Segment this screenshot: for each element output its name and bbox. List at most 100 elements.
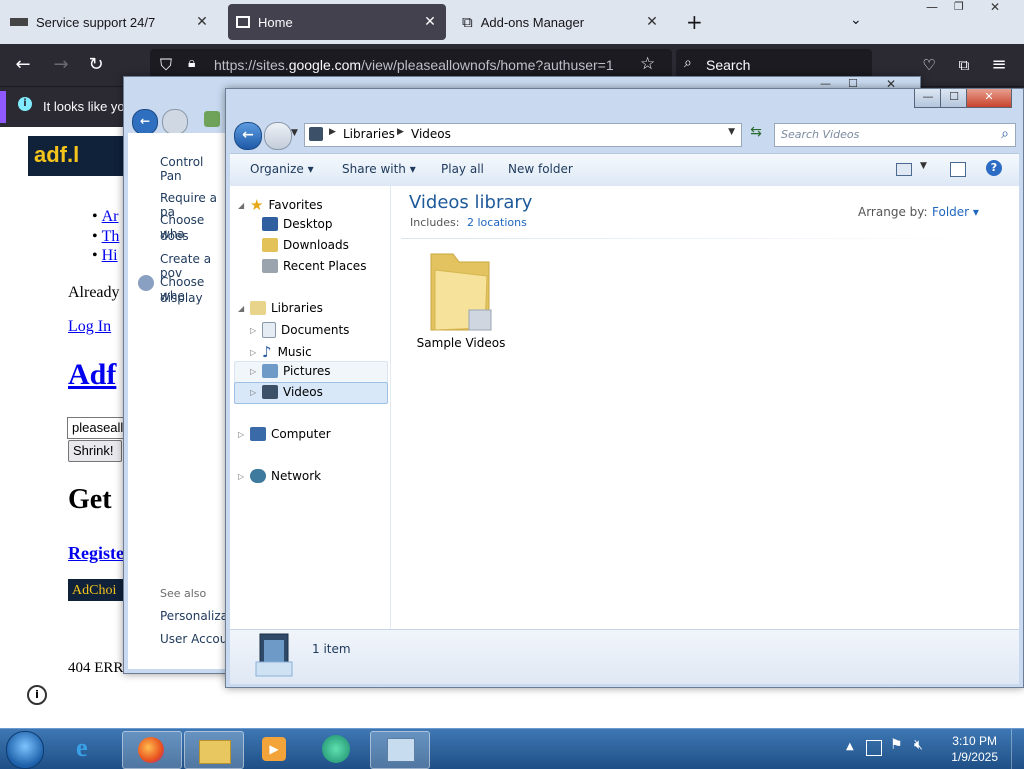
nav-favorites[interactable]: ◢ ★ Favorites (238, 196, 323, 214)
expand-triangle-icon[interactable]: ▷ (250, 326, 262, 335)
nav-music[interactable]: ▷ ♪ Music (250, 343, 312, 361)
forward-arrow-icon[interactable] (264, 122, 292, 150)
expand-triangle-icon[interactable]: ▷ (238, 472, 250, 481)
network-tray-icon[interactable] (866, 740, 882, 756)
back-arrow-icon[interactable]: ← (12, 54, 34, 76)
close-icon[interactable]: ✕ (990, 0, 1000, 14)
extensions-icon[interactable]: ⧉ (953, 54, 975, 76)
arrange-by-dropdown[interactable]: Folder ▾ (932, 205, 979, 219)
register-link[interactable]: Registe (68, 543, 124, 564)
cp-home-link[interactable]: Control Pan (160, 155, 228, 183)
url-shrink-input[interactable]: pleaseall (67, 417, 129, 439)
lock-icon[interactable]: 🔒︎ (188, 55, 195, 71)
pocket-icon[interactable]: ♡ (918, 54, 940, 76)
expand-triangle-icon[interactable]: ▷ (250, 388, 262, 397)
expand-triangle-icon[interactable]: ▷ (250, 367, 262, 376)
preview-pane-icon[interactable] (950, 162, 966, 177)
forward-arrow-icon[interactable] (162, 109, 188, 135)
show-desktop-button[interactable] (1011, 729, 1024, 769)
close-tab-icon[interactable]: ✕ (644, 13, 660, 30)
taskbar-media-player[interactable]: ▶ (246, 731, 304, 767)
cp-task-link-cont[interactable]: display (160, 291, 203, 305)
nav-network[interactable]: ▷ Network (238, 469, 321, 483)
taskbar-internet-explorer[interactable]: e (62, 731, 120, 767)
taskbar-explorer[interactable] (184, 731, 244, 769)
change-view-icon[interactable] (896, 163, 912, 176)
adfly-logo[interactable]: adf.l (28, 136, 124, 176)
breadcrumb-arrow-icon[interactable]: ▶ (329, 127, 336, 137)
minimize-icon[interactable]: — (926, 0, 938, 14)
nav-desktop[interactable]: Desktop (262, 217, 333, 231)
list-link[interactable]: Ar (102, 208, 119, 225)
info-icon: i (18, 97, 32, 111)
organize-button[interactable]: Organize ▾ (250, 162, 314, 176)
close-icon[interactable]: ✕ (966, 89, 1012, 108)
tab-addons-manager[interactable]: ⧉ Add-ons Manager ✕ (454, 4, 668, 40)
cp-task-link-cont[interactable]: does (160, 229, 189, 243)
taskbar-firefox[interactable] (122, 731, 182, 769)
system-clock[interactable]: 3:10 PM 1/9/2025 (951, 733, 998, 765)
address-bar[interactable]: ▶ Libraries ▶ Videos ▼ (304, 123, 742, 147)
tab-label: Home (258, 14, 293, 30)
show-hidden-icons-chevron[interactable]: ▲ (846, 741, 854, 752)
nav-libraries[interactable]: ◢ Libraries (238, 301, 323, 315)
nav-videos[interactable]: ▷ Videos (250, 385, 323, 399)
collapse-triangle-icon[interactable]: ◢ (238, 201, 250, 210)
search-input[interactable]: Search Videos ⌕ (774, 123, 1016, 147)
taskbar-messenger[interactable] (308, 731, 366, 767)
collapse-triangle-icon[interactable]: ◢ (238, 304, 250, 313)
list-link[interactable]: Th (102, 228, 120, 245)
close-tab-icon[interactable]: ✕ (194, 13, 210, 30)
nav-computer[interactable]: ▷ Computer (238, 427, 331, 441)
close-tab-icon[interactable]: ✕ (422, 13, 438, 30)
nav-documents[interactable]: ▷ Documents (250, 322, 349, 338)
search-icon[interactable]: ⌕ (1001, 126, 1009, 142)
shrink-button[interactable]: Shrink! (68, 440, 122, 462)
control-panel-icon (204, 111, 220, 127)
bookmark-star-icon[interactable]: ☆ (640, 54, 655, 74)
reload-icon[interactable]: ↻ (85, 54, 107, 76)
share-with-button[interactable]: Share with ▾ (342, 162, 416, 176)
app-menu-hamburger-icon[interactable]: ≡ (988, 54, 1010, 76)
new-tab-plus-icon[interactable]: + (686, 10, 703, 34)
view-dropdown-icon[interactable]: ▼ (920, 161, 927, 171)
volume-muted-icon[interactable]: 🔇︎ (914, 737, 923, 753)
taskbar-control-panel[interactable] (370, 731, 430, 769)
tab-home[interactable]: Home ✕ (228, 4, 446, 40)
arrange-by-label: Arrange by: (858, 205, 928, 219)
address-dropdown-icon[interactable]: ▼ (728, 127, 735, 137)
maximize-icon[interactable]: ☐ (940, 89, 968, 108)
list-link[interactable]: Hi (102, 247, 118, 264)
breadcrumb-libraries[interactable]: Libraries (343, 127, 395, 141)
start-button-windows-icon[interactable] (6, 731, 44, 769)
minimize-icon[interactable]: — (914, 89, 942, 108)
login-link[interactable]: Log In (68, 318, 111, 336)
action-center-flag-icon[interactable]: ⚑ (890, 737, 903, 753)
site-info-icon[interactable]: i (27, 685, 47, 705)
expand-triangle-icon[interactable]: ▷ (250, 348, 262, 357)
command-bar: Organize ▾ Share with ▾ Play all New fol… (230, 153, 1019, 187)
help-icon[interactable]: ? (986, 160, 1002, 176)
back-arrow-icon[interactable]: ← (234, 122, 262, 150)
forward-arrow-icon[interactable]: → (50, 54, 72, 76)
restore-icon[interactable]: ❐ (954, 0, 964, 13)
page-heading-link[interactable]: Adf (68, 358, 116, 392)
list-all-tabs-chevron-icon[interactable]: ⌄ (850, 12, 862, 28)
breadcrumb-videos[interactable]: Videos (411, 127, 451, 141)
folder-item-sample-videos[interactable]: Sample Videos (411, 248, 511, 352)
tab-service-support[interactable]: Service support 24/7 ✕ (4, 4, 218, 40)
includes-locations-link[interactable]: 2 locations (467, 216, 527, 229)
nav-recent-places[interactable]: Recent Places (262, 259, 366, 273)
recent-pages-chevron-icon[interactable]: ▼ (291, 128, 298, 138)
see-also-link[interactable]: User Accou (160, 632, 227, 646)
back-arrow-icon[interactable]: ← (132, 109, 158, 135)
refresh-icon[interactable]: ⇆ (746, 124, 766, 144)
shield-icon[interactable]: ⛉ (160, 55, 172, 75)
nav-pictures[interactable]: ▷ Pictures (250, 364, 331, 378)
breadcrumb-arrow-icon[interactable]: ▶ (397, 127, 404, 137)
adchoices-banner[interactable]: AdChoi (68, 579, 128, 601)
play-all-button[interactable]: Play all (441, 162, 484, 176)
expand-triangle-icon[interactable]: ▷ (238, 430, 250, 439)
new-folder-button[interactable]: New folder (508, 162, 573, 176)
nav-downloads[interactable]: Downloads (262, 238, 349, 252)
